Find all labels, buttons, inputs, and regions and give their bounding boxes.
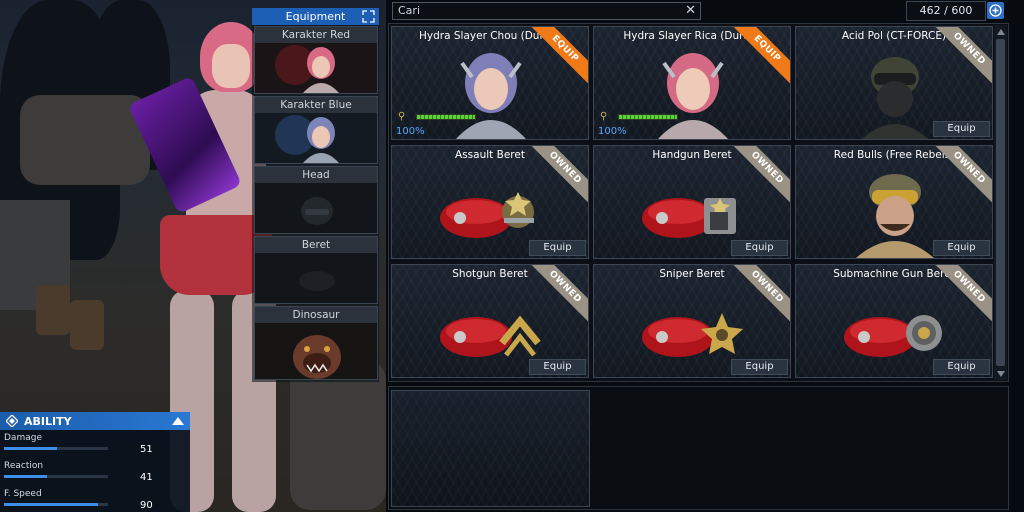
slot-label: Dinosaur: [255, 307, 377, 323]
equip-button[interactable]: Equip: [731, 240, 788, 256]
beret-icon: [255, 253, 377, 303]
inventory-count: 462 / 600: [906, 1, 986, 21]
durability-text: 100%: [396, 126, 425, 137]
equip-button[interactable]: Equip: [933, 240, 990, 256]
blue-hair-character-icon: [456, 53, 526, 139]
slot-karakter-blue[interactable]: Karakter Blue: [254, 96, 378, 164]
stat-value: 90: [140, 500, 153, 511]
slot-beret[interactable]: Beret: [254, 236, 378, 304]
item-card[interactable]: Red Bulls (Free Rebels) OWNED Equip: [795, 145, 993, 259]
stat-name: Reaction: [4, 461, 44, 471]
ability-panel: ABILITY Damage 51 Reaction 41 F. Speed 9…: [0, 412, 190, 512]
slot-head[interactable]: Head: [254, 166, 378, 234]
red-hair-character-icon: [658, 53, 728, 139]
slot-dinosaur[interactable]: Dinosaur: [254, 306, 378, 380]
scroll-up-arrow-icon[interactable]: [997, 29, 1005, 35]
slot-label: Karakter Red: [255, 27, 377, 43]
durability-text: 100%: [598, 126, 627, 137]
item-grid-scrollbar[interactable]: [994, 25, 1007, 380]
equipment-panel: Equipment Karakter Red Karakter Blue Hea…: [252, 8, 379, 382]
red-hair-character-icon: [255, 43, 377, 93]
close-icon[interactable]: ✕: [685, 3, 696, 19]
blue-hair-character-icon: [255, 113, 377, 163]
search-input[interactable]: Cari ✕: [392, 2, 701, 20]
ability-title: ABILITY: [24, 414, 72, 428]
stat-bar: [4, 503, 108, 506]
equip-button[interactable]: Equip: [933, 359, 990, 375]
stat-bar: [4, 447, 108, 450]
durability-bar: [618, 114, 678, 120]
item-card[interactable]: Shotgun Beret OWNED Equip: [391, 264, 589, 378]
equip-button[interactable]: Equip: [529, 359, 586, 375]
item-card[interactable]: Sniper Beret OWNED Equip: [593, 264, 791, 378]
slot-label: Karakter Blue: [255, 97, 377, 113]
stat-f-speed: F. Speed 90: [4, 489, 184, 512]
plus-circle-icon[interactable]: [987, 2, 1004, 19]
item-card[interactable]: Assault Beret OWNED Equip: [391, 145, 589, 259]
durability-icon: ⚲: [398, 111, 406, 122]
equip-button[interactable]: Equip: [529, 240, 586, 256]
empty-preview-slot[interactable]: [391, 390, 590, 507]
scroll-down-arrow-icon[interactable]: [997, 371, 1005, 377]
durability-bar: [416, 114, 476, 120]
stat-name: F. Speed: [4, 489, 42, 499]
slot-karakter-red[interactable]: Karakter Red: [254, 26, 378, 94]
stat-name: Damage: [4, 433, 42, 443]
character-face: [212, 44, 250, 88]
equipment-header: Equipment: [252, 8, 379, 25]
stat-value: 51: [140, 444, 153, 455]
equip-button[interactable]: Equip: [933, 121, 990, 137]
equip-button[interactable]: Equip: [731, 359, 788, 375]
rock: [290, 360, 386, 510]
expand-icon[interactable]: [362, 10, 375, 23]
barrel: [70, 300, 104, 350]
slot-label: Beret: [255, 237, 377, 253]
item-card[interactable]: Hydra Slayer Rica (Durab) EQUIP ⚲ 100%: [593, 26, 791, 140]
durability-icon: ⚲: [600, 111, 608, 122]
dinosaur-icon: [255, 323, 377, 379]
stat-bar: [4, 475, 108, 478]
collapse-arrow-icon[interactable]: [172, 417, 184, 425]
equipment-title: Equipment: [285, 10, 346, 23]
search-text: Cari: [398, 4, 420, 17]
item-card[interactable]: Acid Pol (CT-FORCE) OWNED Equip: [795, 26, 993, 140]
stat-damage: Damage 51: [4, 433, 184, 459]
stat-value: 41: [140, 472, 153, 483]
ability-header[interactable]: ABILITY: [0, 412, 190, 430]
barrel: [36, 285, 70, 335]
stat-reaction: Reaction 41: [4, 461, 184, 487]
helmet-icon: [255, 183, 377, 233]
item-card[interactable]: Hydra Slayer Chou (Durab) EQUIP ⚲ 100%: [391, 26, 589, 140]
slot-label: Head: [255, 167, 377, 183]
item-card[interactable]: Handgun Beret OWNED Equip: [593, 145, 791, 259]
scroll-thumb[interactable]: [996, 39, 1005, 366]
diamond-icon: [6, 415, 18, 427]
item-card[interactable]: Submachine Gun Beret OWNED Equip: [795, 264, 993, 378]
